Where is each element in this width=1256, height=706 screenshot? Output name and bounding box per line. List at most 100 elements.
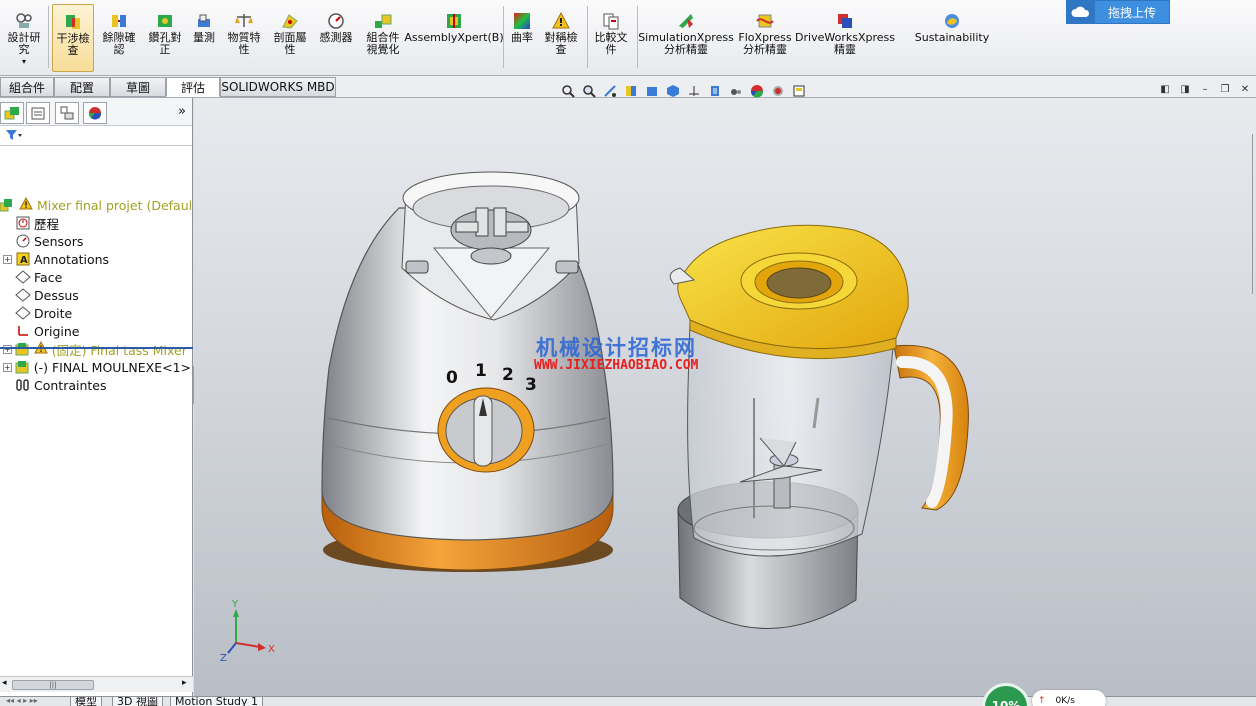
design-study-button[interactable]: 設計研 究 ▾ [2,4,46,72]
scene-icon[interactable] [770,83,786,99]
upload-label: 拖拽上传 [1107,5,1156,20]
expand-toggle[interactable]: + [3,344,12,354]
tab-motion-study[interactable]: Motion Study 1 [170,697,264,706]
feature-tree-tab[interactable] [0,102,24,124]
graphics-area[interactable]: 0 1 2 3 Y X Z [194,98,1256,696]
tree-item[interactable]: Mixer final projet (Default< [0,196,193,214]
network-speed: ↑ 0K/s [1032,690,1106,706]
sensor-button[interactable]: 感測器 [314,4,358,72]
mass-properties-button[interactable]: 物質特 性 [222,4,266,72]
expand-toggle[interactable]: + [3,254,12,264]
task-pane-edge[interactable] [1252,134,1256,294]
tab-evaluate[interactable]: 評估 [166,77,220,97]
rollback-bar[interactable] [0,347,193,349]
zoom-to-fit-icon[interactable] [560,83,576,99]
display-style-icon[interactable] [665,83,681,99]
assembly-visualization-button[interactable]: 組合件 視覺化 [360,4,406,72]
dial-number-2: 2 [502,365,514,385]
mass-properties-label: 物質特 性 [227,31,261,56]
speed-dial[interactable] [437,387,535,473]
tree-item-label: Dessus [34,287,79,303]
hole-alignment-button[interactable]: 鑽孔對 正 [144,4,186,72]
tile-right-icon[interactable]: ◨ [1178,82,1192,96]
floxpress-button[interactable]: FloXpress 分析精靈 [736,4,794,72]
configuration-manager-icon [60,106,74,120]
filter-icon[interactable] [5,129,23,144]
tree-item[interactable]: Face [0,268,193,286]
dial-number-0: 0 [446,368,458,388]
tree-item[interactable]: 歷程 [0,214,193,232]
view-settings-icon[interactable] [791,83,807,99]
measure-button[interactable]: 量測 [188,4,220,72]
interference-check-label: 干涉檢 查 [56,32,90,57]
section-properties-icon [281,12,299,30]
scroll-thumb[interactable]: ||| [12,680,94,690]
previous-view-icon[interactable] [602,83,618,99]
symmetry-check-button[interactable]: 對稱檢 查 [540,4,582,72]
display-manager-icon [88,107,102,120]
tree-item[interactable]: + A Annotations [0,250,193,268]
expand-panel-icon[interactable]: » [178,104,186,119]
close-icon[interactable]: ✕ [1238,82,1252,96]
upload-arrow-icon: ↑ [1038,696,1046,706]
curvature-button[interactable]: 曲率 [506,4,538,72]
chevron-down-icon[interactable]: ▾ [22,56,26,68]
tree-item-label: Mixer final projet (Default< [37,197,193,213]
scroll-right-icon[interactable]: ▸ [182,678,187,688]
tab-3d-views[interactable]: 3D 視圖 [112,697,163,706]
hole-alignment-icon [156,12,174,30]
coordinate-triad: Y X Z [220,599,275,664]
assemblyxpert-button[interactable]: AssemblyXpert(B) [404,4,504,72]
triad-z-label: Z [220,653,227,664]
appearance-sphere-icon[interactable] [749,83,765,99]
curvature-icon [513,12,531,30]
sustainability-button[interactable]: Sustainability [914,4,990,72]
tab-nav-icon[interactable]: ◂◂ ◂ ▸ ▸▸ [6,697,38,705]
section-properties-button[interactable]: 剖面屬 性 [268,4,312,72]
tree-item[interactable]: + (-) FINAL MOULNEXE<1> ( [0,358,193,376]
zoom-to-area-icon[interactable] [581,83,597,99]
driveworksxpress-button[interactable]: DriveWorksXpress 精靈 [795,4,895,72]
tree-item[interactable]: Dessus [0,286,193,304]
edit-appearance-icon[interactable] [707,83,723,99]
sustainability-icon [943,12,961,30]
simulationxpress-button[interactable]: SimulationXpress 分析精靈 [638,4,734,72]
tab-assembly[interactable]: 組合件 [0,77,54,97]
driveworksxpress-label: DriveWorksXpress 精靈 [795,31,895,56]
tree-item[interactable]: Droite [0,304,193,322]
display-manager-tab[interactable] [83,102,107,124]
hide-show-items-icon[interactable] [686,83,702,99]
tab-model[interactable]: 模型 [70,697,102,706]
tree-item-label: Annotations [34,251,110,267]
blender-jug[interactable] [669,224,969,629]
expand-toggle[interactable]: + [3,362,12,372]
origin-icon [15,323,31,339]
configuration-manager-tab[interactable] [55,102,79,124]
clearance-verification-button[interactable]: 餘隙確 認 [98,4,140,72]
tab-configurations[interactable]: 配置 [54,77,110,97]
compare-documents-button[interactable]: 比較文 件 [590,4,632,72]
tree-item-label: Sensors [34,233,84,249]
tree-item[interactable]: Sensors [0,232,193,250]
tab-sketch[interactable]: 草圖 [110,77,166,97]
apply-scene-icon[interactable] [728,83,744,99]
tile-left-icon[interactable]: ◧ [1158,82,1172,96]
tree-filter[interactable] [0,126,192,146]
view-orientation-icon[interactable] [644,83,660,99]
restore-icon[interactable]: ❐ [1218,82,1232,96]
section-view-icon[interactable] [623,83,639,99]
mass-properties-icon [235,12,253,30]
tree-item[interactable]: + (固定) Final tass Mixer 1< [0,340,193,358]
scroll-left-icon[interactable]: ◂ [2,678,7,688]
panel-horizontal-scrollbar[interactable]: ◂ ||| ▸ [0,676,193,692]
interference-check-button[interactable]: 干涉檢 查 [52,4,94,72]
annotations-icon: A [15,251,31,267]
property-manager-tab[interactable] [26,102,50,124]
minimize-icon[interactable]: – [1198,82,1212,96]
tree-item[interactable]: Origine [0,322,193,340]
mates-icon [15,377,31,393]
part-icon [15,359,31,375]
tab-solidworks-mbd[interactable]: SOLIDWORKS MBD [220,77,336,97]
upload-button[interactable]: 拖拽上传 [1066,0,1170,24]
tree-item[interactable]: Contraintes [0,376,193,394]
